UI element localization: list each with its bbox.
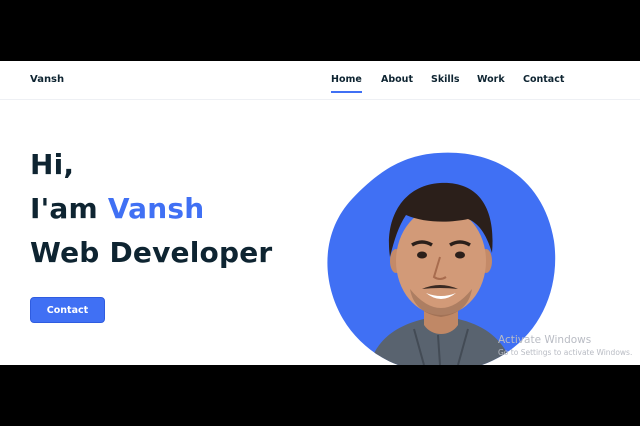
letterbox-bottom [0, 365, 640, 426]
watermark-subtitle: Go to Settings to activate Windows. [498, 348, 633, 357]
hero-image [318, 149, 564, 365]
portrait-illustration [327, 152, 556, 365]
portfolio-page: Vansh Home About Skills Work Contact Hi,… [0, 61, 640, 365]
site-header: Vansh Home About Skills Work Contact [0, 61, 640, 100]
contact-button[interactable]: Contact [30, 297, 105, 323]
windows-activation-watermark: Activate Windows Go to Settings to activ… [498, 334, 632, 357]
hero-intro: I'am Vansh [30, 192, 204, 225]
nav-work[interactable]: Work [477, 74, 505, 85]
nav-about[interactable]: About [381, 74, 413, 85]
watermark-title: Activate Windows [498, 334, 592, 346]
nav-home[interactable]: Home [331, 74, 362, 93]
site-logo[interactable]: Vansh [30, 74, 64, 85]
hero-name: Vansh [107, 192, 205, 225]
nav-skills[interactable]: Skills [431, 74, 460, 85]
letterbox-top [0, 0, 640, 61]
nav-contact[interactable]: Contact [523, 74, 564, 85]
hero-intro-prefix: I'am [30, 192, 108, 225]
hero-greeting: Hi, [30, 148, 75, 181]
hero-role: Web Developer [30, 236, 273, 269]
